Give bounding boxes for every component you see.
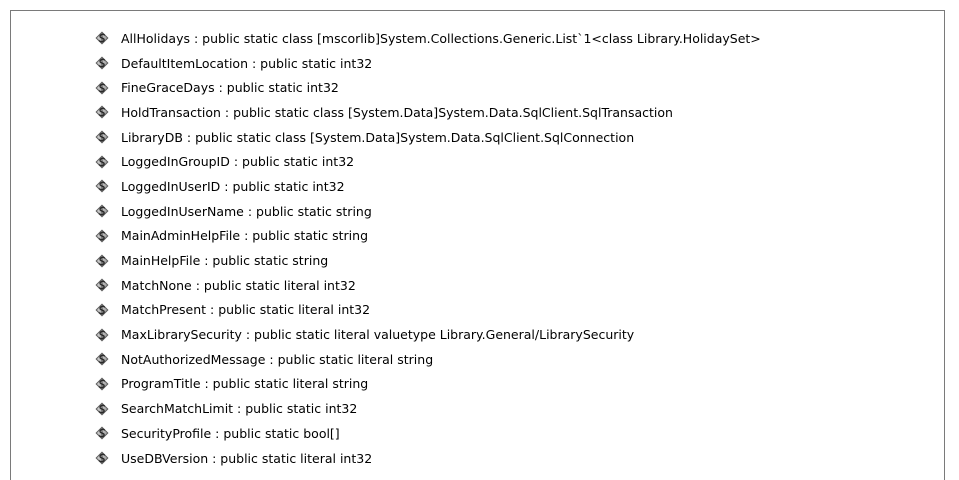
field-row-maxlibrarysecurity[interactable]: MaxLibrarySecurity : public static liter… [0,322,959,347]
field-row-matchnone[interactable]: MatchNone : public static literal int32 [0,273,959,298]
static-field-icon [95,352,109,366]
field-row-loggedinuserid[interactable]: LoggedInUserID : public static int32 [0,174,959,199]
field-label: SecurityProfile : public static bool[] [121,425,340,441]
field-list: AllHolidays : public static class [mscor… [0,26,959,470]
field-row-mainadminhelpfile[interactable]: MainAdminHelpFile : public static string [0,224,959,249]
field-label: AllHolidays : public static class [mscor… [121,30,761,46]
static-field-icon [95,328,109,342]
static-field-icon [95,303,109,317]
field-row-securityprofile[interactable]: SecurityProfile : public static bool[] [0,421,959,446]
field-label: LoggedInGroupID : public static int32 [121,154,355,170]
field-row-usedbversion[interactable]: UseDBVersion : public static literal int… [0,446,959,471]
field-label: MainAdminHelpFile : public static string [121,228,369,244]
static-field-icon [95,254,109,268]
field-label: LibraryDB : public static class [System.… [121,129,635,145]
static-field-icon [95,426,109,440]
field-label: UseDBVersion : public static literal int… [121,450,373,466]
field-label: DefaultItemLocation : public static int3… [121,55,373,71]
field-label: MaxLibrarySecurity : public static liter… [121,327,635,343]
static-field-icon [95,56,109,70]
field-row-finegracedays[interactable]: FineGraceDays : public static int32 [0,75,959,100]
field-label: MatchPresent : public static literal int… [121,302,371,318]
static-field-icon [95,229,109,243]
static-field-icon [95,179,109,193]
field-row-loggedingroupid[interactable]: LoggedInGroupID : public static int32 [0,149,959,174]
field-row-mainhelpfile[interactable]: MainHelpFile : public static string [0,248,959,273]
static-field-icon [95,204,109,218]
field-label: NotAuthorizedMessage : public static lit… [121,351,434,367]
field-label: MainHelpFile : public static string [121,253,329,269]
field-label: MatchNone : public static literal int32 [121,277,356,293]
field-row-allholidays[interactable]: AllHolidays : public static class [mscor… [0,26,959,51]
static-field-icon [95,377,109,391]
static-field-icon [95,155,109,169]
field-label: ProgramTitle : public static literal str… [121,376,369,392]
field-row-loggedinusername[interactable]: LoggedInUserName : public static string [0,199,959,224]
field-label: LoggedInUserID : public static int32 [121,178,345,194]
field-row-librarydb[interactable]: LibraryDB : public static class [System.… [0,125,959,150]
static-field-icon [95,31,109,45]
field-row-searchmatchlimit[interactable]: SearchMatchLimit : public static int32 [0,396,959,421]
field-row-defaultitemlocation[interactable]: DefaultItemLocation : public static int3… [0,51,959,76]
static-field-icon [95,105,109,119]
field-row-matchpresent[interactable]: MatchPresent : public static literal int… [0,298,959,323]
field-label: FineGraceDays : public static int32 [121,80,339,96]
field-label: HoldTransaction : public static class [S… [121,104,673,120]
static-field-icon [95,278,109,292]
field-row-holdtransaction[interactable]: HoldTransaction : public static class [S… [0,100,959,125]
static-field-icon [95,402,109,416]
field-row-programtitle[interactable]: ProgramTitle : public static literal str… [0,372,959,397]
static-field-icon [95,451,109,465]
field-row-notauthorizedmessage[interactable]: NotAuthorizedMessage : public static lit… [0,347,959,372]
field-label: LoggedInUserName : public static string [121,203,372,219]
field-label: SearchMatchLimit : public static int32 [121,401,358,417]
static-field-icon [95,81,109,95]
static-field-icon [95,130,109,144]
